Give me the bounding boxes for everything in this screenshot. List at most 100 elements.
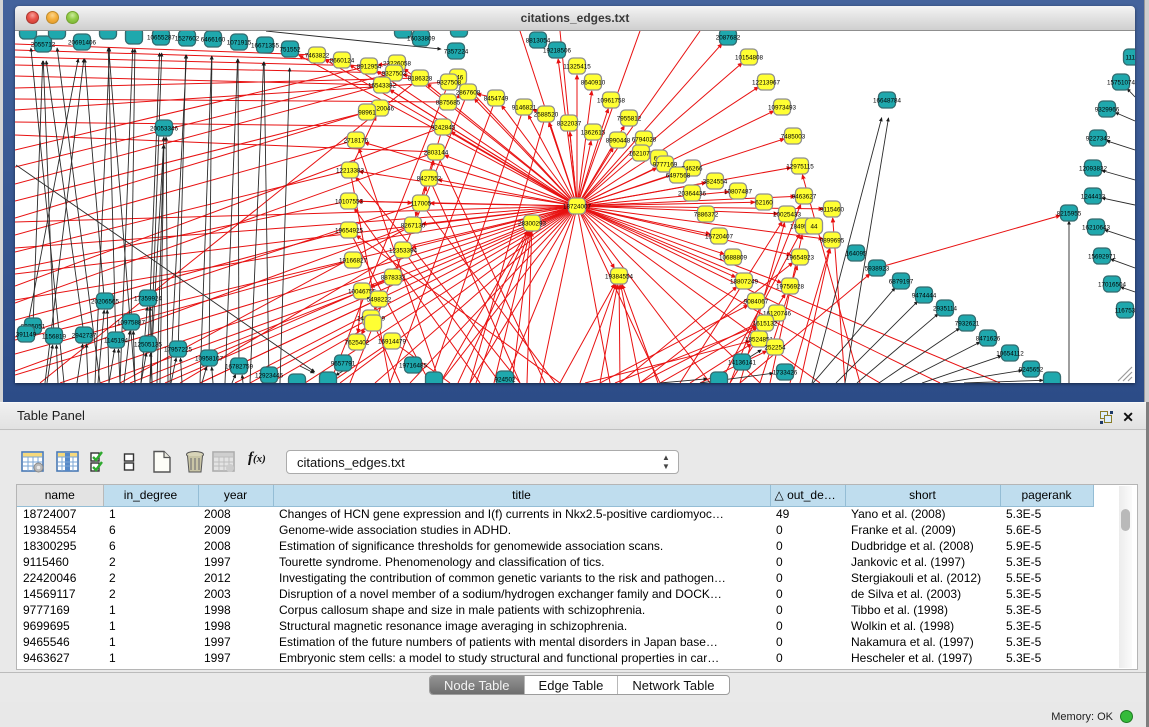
svg-text:164095: 164095 [845, 251, 867, 258]
svg-text:2087682: 2087682 [716, 35, 741, 42]
svg-text:1145194: 1145194 [104, 338, 129, 345]
svg-text:7955812: 7955812 [617, 116, 642, 123]
svg-text:12093832: 12093832 [1079, 166, 1108, 173]
svg-text:8471626: 8471626 [976, 336, 1001, 343]
svg-text:9242845: 9242845 [431, 125, 456, 132]
svg-text:924502: 924502 [494, 377, 516, 384]
svg-text:2935114: 2935114 [933, 306, 958, 313]
svg-text:9245652: 9245652 [1019, 367, 1044, 374]
svg-text:28300293: 28300293 [518, 221, 547, 228]
svg-text:6879197: 6879197 [889, 279, 914, 286]
svg-text:7463822: 7463822 [305, 53, 330, 60]
svg-text:8660124: 8660124 [330, 58, 355, 65]
svg-text:16033809: 16033809 [407, 36, 436, 43]
svg-text:7932621: 7932621 [955, 321, 980, 328]
svg-text:2055712: 2055712 [31, 42, 56, 49]
svg-text:1071915: 1071915 [227, 40, 252, 47]
svg-text:20053346: 20053346 [150, 126, 179, 133]
svg-text:19716485: 19716485 [399, 363, 428, 370]
svg-text:20206565: 20206565 [91, 299, 120, 306]
svg-text:9084067: 9084067 [744, 299, 769, 306]
svg-text:2942737: 2942737 [72, 333, 97, 340]
svg-text:10807487: 10807487 [724, 189, 753, 196]
svg-text:19654925: 19654925 [335, 228, 364, 235]
svg-text:8878332: 8878332 [381, 275, 406, 282]
svg-text:1615132: 1615132 [753, 321, 778, 328]
svg-text:19166827: 19166827 [339, 258, 368, 265]
svg-text:9146821: 9146821 [512, 105, 537, 112]
svg-text:10688809: 10688809 [719, 255, 748, 262]
svg-text:2867608: 2867608 [456, 90, 481, 97]
svg-text:17016504: 17016504 [1098, 282, 1127, 289]
svg-text:44: 44 [810, 224, 818, 231]
svg-text:8427552: 8427552 [417, 176, 442, 183]
svg-text:8322037: 8322037 [557, 121, 582, 128]
svg-text:16782759: 16782759 [225, 364, 254, 371]
svg-text:12353394: 12353394 [389, 248, 418, 255]
svg-text:16210643: 16210643 [1082, 225, 1111, 232]
svg-text:10654112: 10654112 [996, 351, 1024, 358]
svg-text:12213383: 12213383 [336, 168, 365, 175]
svg-text:10975887: 10975887 [117, 320, 146, 327]
svg-text:8640910: 8640910 [581, 80, 606, 87]
svg-text:17957225: 17957225 [164, 347, 193, 354]
svg-text:16914479: 16914479 [378, 339, 407, 346]
svg-text:8267130: 8267130 [401, 223, 426, 230]
svg-text:1362615: 1362615 [581, 130, 606, 137]
svg-text:3824554: 3824554 [703, 179, 728, 186]
svg-text:391149: 391149 [16, 332, 37, 339]
svg-text:7886372: 7886372 [694, 212, 719, 219]
svg-text:751552: 751552 [279, 47, 301, 54]
svg-text:1733426: 1733426 [773, 370, 798, 377]
svg-text:1112: 1112 [1125, 55, 1135, 62]
svg-text:12923446: 12923446 [255, 373, 284, 380]
svg-text:9327508: 9327508 [437, 80, 462, 87]
svg-text:9657791: 9657791 [331, 361, 356, 368]
svg-text:6497568: 6497568 [666, 173, 691, 180]
svg-text:18807249: 18807249 [730, 279, 759, 286]
svg-text:1244413: 1244413 [1081, 194, 1106, 201]
svg-text:16543382: 16543382 [368, 83, 397, 90]
svg-text:19654923: 19654923 [786, 255, 815, 262]
svg-text:10154808: 10154808 [735, 55, 764, 62]
svg-text:1527602: 1527602 [175, 36, 200, 43]
svg-text:9329966: 9329966 [1095, 107, 1120, 114]
svg-text:10958107: 10958107 [195, 356, 224, 363]
svg-text:8186328: 8186328 [408, 76, 433, 83]
svg-text:7357224: 7357224 [444, 49, 469, 56]
svg-text:8912954: 8912954 [357, 64, 382, 71]
svg-text:8454749: 8454749 [484, 96, 509, 103]
svg-text:2588520: 2588520 [534, 112, 559, 119]
svg-text:116753: 116753 [1115, 308, 1135, 315]
svg-text:2718176: 2718176 [344, 138, 369, 145]
svg-text:10961758: 10961758 [597, 98, 626, 105]
svg-text:17359924: 17359924 [134, 296, 163, 303]
svg-text:252254: 252254 [764, 345, 786, 352]
svg-text:8990448: 8990448 [606, 138, 631, 145]
svg-text:7625402: 7625402 [345, 340, 370, 347]
svg-text:1156819: 1156819 [42, 334, 67, 341]
svg-text:5938923: 5938923 [865, 266, 890, 273]
svg-text:14136141: 14136141 [728, 360, 757, 367]
svg-text:98961: 98961 [358, 110, 376, 117]
svg-text:12975115: 12975115 [786, 164, 814, 171]
svg-text:10973493: 10973493 [768, 105, 797, 112]
svg-text:20364436: 20364436 [678, 191, 707, 198]
svg-text:11325415: 11325415 [563, 64, 591, 71]
svg-text:62160: 62160 [755, 200, 773, 207]
svg-text:12505135: 12505135 [134, 342, 163, 349]
svg-text:9115460: 9115460 [820, 207, 845, 214]
svg-text:16648784: 16648784 [873, 98, 902, 105]
svg-text:15720407: 15720407 [705, 234, 734, 241]
svg-text:12213967: 12213967 [752, 80, 781, 87]
svg-text:10655287: 10655287 [147, 35, 176, 42]
svg-text:19384554: 19384554 [605, 274, 634, 281]
svg-text:6466160: 6466160 [201, 37, 226, 44]
svg-text:15692971: 15692971 [1088, 254, 1117, 261]
svg-text:6794028: 6794028 [632, 137, 657, 144]
svg-text:10025433: 10025433 [773, 212, 802, 219]
svg-text:8215955: 8215955 [1057, 211, 1082, 218]
svg-text:15751074: 15751074 [1107, 80, 1135, 87]
svg-text:9899695: 9899695 [820, 238, 845, 245]
svg-text:20691406: 20691406 [68, 40, 97, 47]
